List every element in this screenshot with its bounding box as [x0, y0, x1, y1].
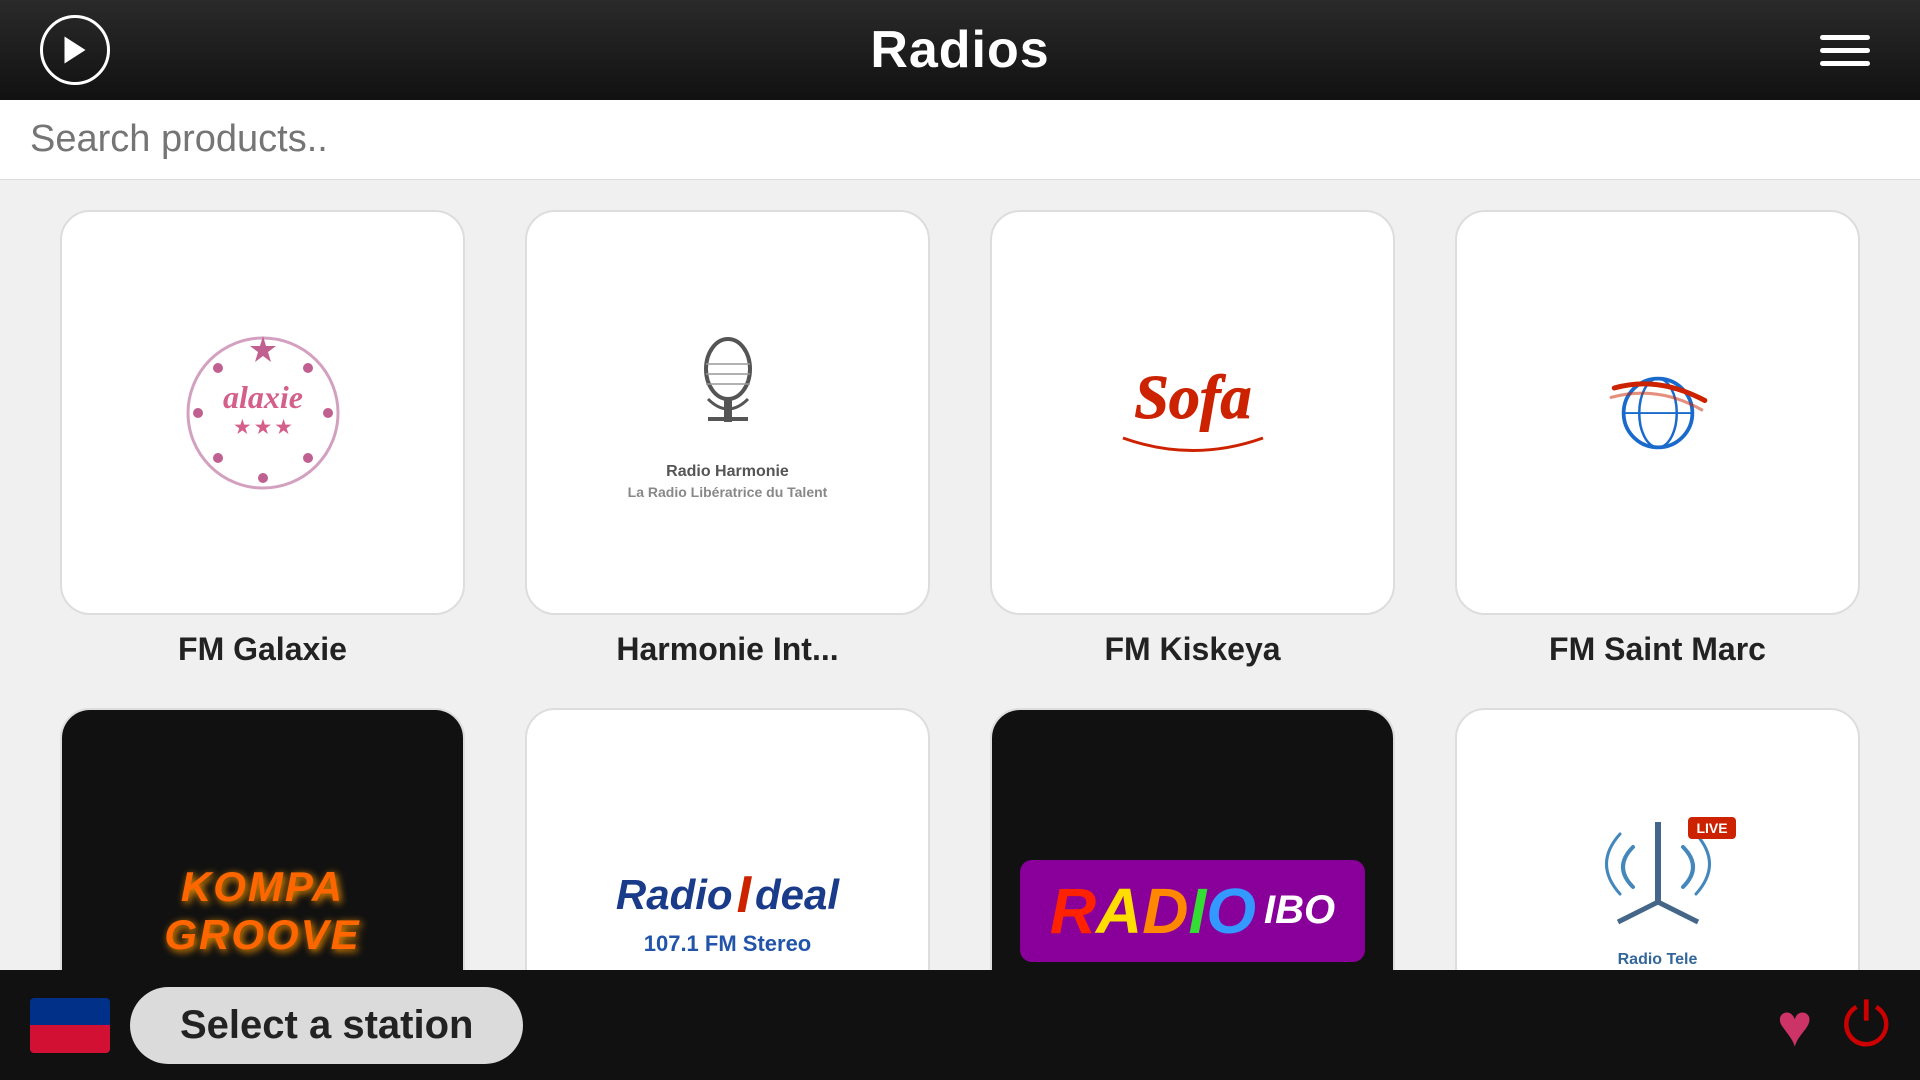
harmonie-logo: Radio Harmonie La Radio Libératrice du T… — [557, 242, 898, 583]
station-fm-saint-marc[interactable]: FM Saint Marc — [1455, 210, 1860, 668]
menu-line-2 — [1820, 48, 1870, 53]
ideal-logo: Radio I deal 107.1 FM Stereo — [557, 740, 898, 970]
galaxie-logo: alaxie ★ ★ ★ — [92, 242, 433, 583]
station-card-fm-galaxie: alaxie ★ ★ ★ — [60, 210, 465, 615]
svg-text:alaxie: alaxie — [223, 379, 303, 415]
station-ideal-fm[interactable]: Radio I deal 107.1 FM Stereo Ideal FM — [525, 708, 930, 970]
favorite-button[interactable]: ♥ — [1777, 991, 1813, 1060]
station-card-fm-saint-marc — [1455, 210, 1860, 615]
station-ibo-985[interactable]: R A D I O IBO Ibo 98.5 FM — [990, 708, 1395, 970]
menu-line-1 — [1820, 35, 1870, 40]
saint-marc-logo — [1487, 242, 1828, 583]
station-card-ibo-985: R A D I O IBO — [990, 708, 1395, 970]
menu-button[interactable] — [1810, 25, 1880, 76]
station-fm-tele-perfe[interactable]: LIVE Radio Tele Perfection 98.5 FM Stere… — [1455, 708, 1860, 970]
play-button[interactable] — [40, 15, 110, 85]
menu-line-3 — [1820, 61, 1870, 66]
flag-bottom — [30, 1025, 110, 1053]
svg-text:LIVE: LIVE — [1696, 820, 1727, 836]
select-station-badge: Select a station — [130, 987, 523, 1064]
station-harmonie-int[interactable]: Radio Harmonie La Radio Libératrice du T… — [525, 210, 930, 668]
haiti-flag — [30, 998, 110, 1053]
stations-grid: alaxie ★ ★ ★ FM Galaxie — [60, 210, 1860, 970]
bottom-right-controls: ♥ ⏻ — [1777, 990, 1890, 1060]
station-fm-galaxie[interactable]: alaxie ★ ★ ★ FM Galaxie — [60, 210, 465, 668]
power-button[interactable]: ⏻ — [1843, 990, 1890, 1060]
station-card-ideal-fm: Radio I deal 107.1 FM Stereo — [525, 708, 930, 970]
station-name-fm-kiskeya: FM Kiskeya — [1104, 631, 1280, 668]
tele-logo: LIVE Radio Tele Perfection 98.5 FM Stere… — [1487, 740, 1828, 970]
app-header: Radios — [0, 0, 1920, 100]
station-card-fm-kiskeya: Sofa — [990, 210, 1395, 615]
app-title: Radios — [870, 20, 1049, 80]
svg-text:★ ★ ★: ★ ★ ★ — [234, 417, 292, 437]
station-fm-haiti-konpa[interactable]: KOMPA GROOVE FM Haiti Konpa — [60, 708, 465, 970]
bottom-bar: Select a station ♥ ⏻ — [0, 970, 1920, 1080]
station-name-harmonie-int: Harmonie Int... — [616, 631, 838, 668]
search-bar — [0, 100, 1920, 180]
station-name-fm-saint-marc: FM Saint Marc — [1549, 631, 1766, 668]
stations-grid-container: alaxie ★ ★ ★ FM Galaxie — [0, 180, 1920, 970]
station-name-fm-galaxie: FM Galaxie — [178, 631, 347, 668]
station-card-fm-haiti-konpa: KOMPA GROOVE — [60, 708, 465, 970]
station-fm-kiskeya[interactable]: Sofa FM Kiskeya — [990, 210, 1395, 668]
svg-text:Sofa: Sofa — [1134, 364, 1251, 432]
station-card-harmonie-int: Radio Harmonie La Radio Libératrice du T… — [525, 210, 930, 615]
search-input[interactable] — [30, 118, 1890, 161]
kompagroove-logo: KOMPA GROOVE — [62, 710, 463, 970]
flag-top — [30, 998, 110, 1026]
kiskeya-logo: Sofa — [1022, 242, 1363, 583]
select-station-text: Select a station — [180, 1003, 473, 1047]
station-card-fm-tele-perfe: LIVE Radio Tele Perfection 98.5 FM Stere… — [1455, 708, 1860, 970]
